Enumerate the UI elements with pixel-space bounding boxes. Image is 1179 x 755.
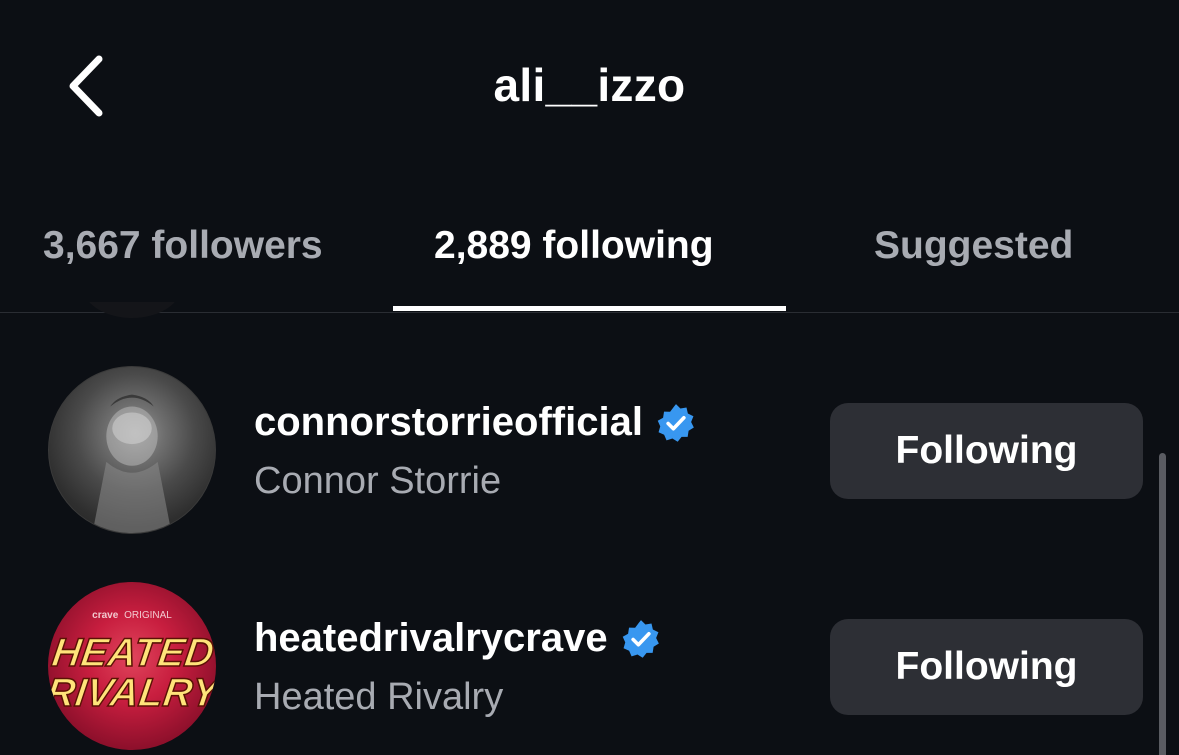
tab-following[interactable]: 2,889 following <box>434 224 714 268</box>
svg-text:crave ORIGINAL: crave ORIGINAL <box>92 610 172 621</box>
page-title: ali__izzo <box>493 59 686 111</box>
avatar-line2: RIVALRY <box>48 670 216 715</box>
following-screen: ali__izzo 3,667 followers 2,889 followin… <box>0 0 1179 755</box>
tab-suggested[interactable]: Suggested <box>874 224 1073 268</box>
tab-bar: 3,667 followers 2,889 following Suggeste… <box>0 210 1179 312</box>
full-name: Heated Rivalry <box>254 676 504 718</box>
avatar[interactable] <box>48 366 216 534</box>
heated-rivalry-logo: crave ORIGINAL HEATED RIVALRY <box>48 610 216 716</box>
list-item[interactable]: connorstorrieofficial Connor Storrie Fol… <box>0 366 1179 536</box>
avatar-line1: HEATED <box>49 630 216 675</box>
list-item[interactable]: crave ORIGINAL HEATED RIVALRY heatedriva… <box>0 582 1179 752</box>
verified-badge-icon <box>657 403 694 442</box>
avatar[interactable]: crave ORIGINAL HEATED RIVALRY <box>48 582 216 750</box>
full-name: Connor Storrie <box>254 460 502 502</box>
verified-badge-icon <box>622 619 659 658</box>
avatar-tag: ORIGINAL <box>124 610 172 621</box>
tab-followers[interactable]: 3,667 followers <box>43 224 323 268</box>
profile-photo <box>92 394 172 533</box>
following-button[interactable]: Following <box>830 619 1143 715</box>
username[interactable]: connorstorrieofficial <box>254 400 643 445</box>
username-line: connorstorrieofficial <box>254 400 697 445</box>
avatar-brand: crave <box>92 610 119 621</box>
scrollbar[interactable] <box>1159 453 1166 755</box>
username-line: heatedrivalrycrave <box>254 616 662 661</box>
divider <box>0 312 1179 313</box>
active-tab-indicator <box>393 306 786 311</box>
username[interactable]: heatedrivalrycrave <box>254 616 608 661</box>
following-button[interactable]: Following <box>830 403 1143 499</box>
